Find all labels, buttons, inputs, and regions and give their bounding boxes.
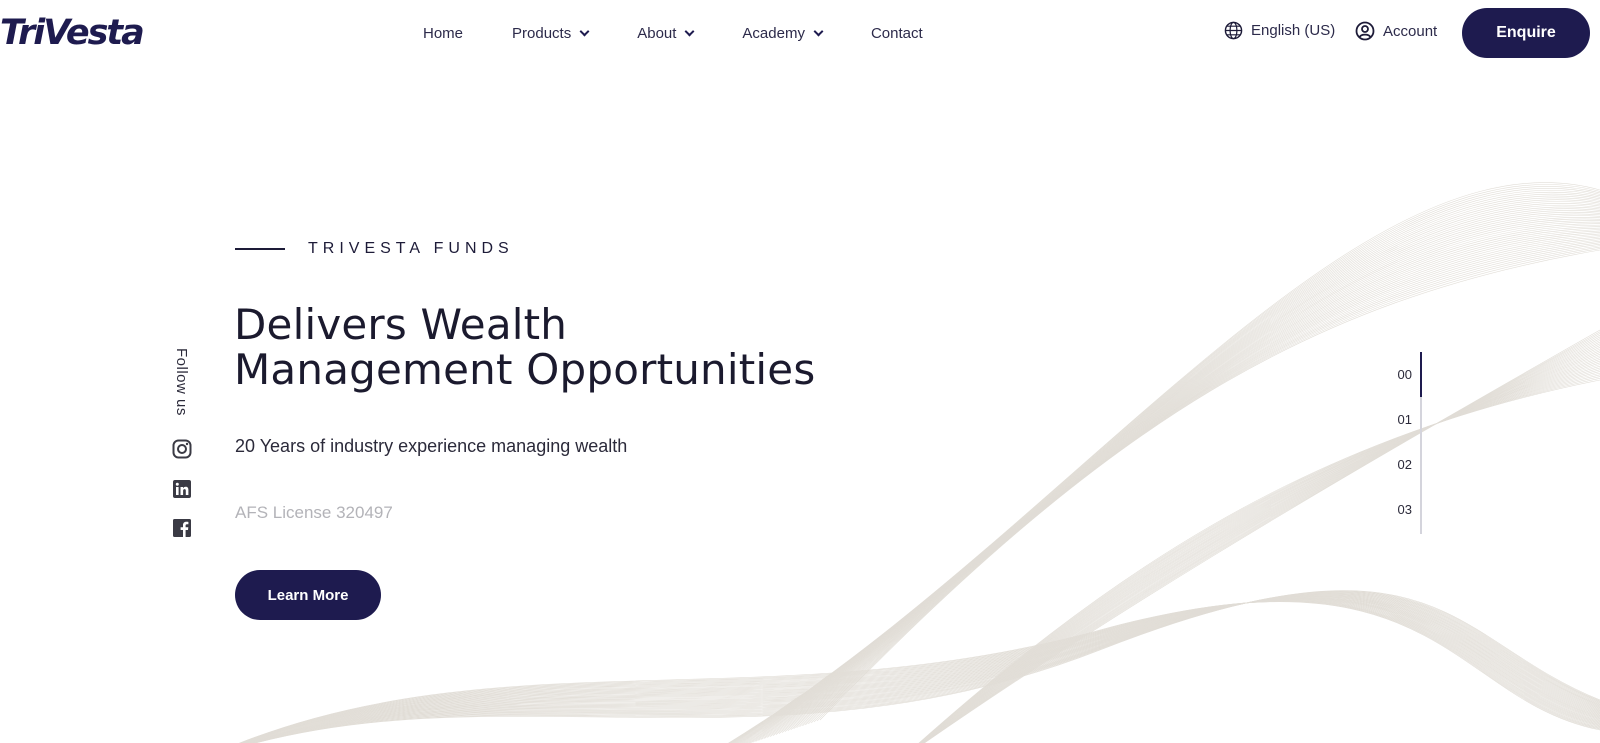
nav-item-contact[interactable]: Contact — [871, 25, 923, 42]
nav-item-label: Academy — [742, 24, 805, 42]
nav-item-label: Products — [512, 24, 572, 42]
nav-item-label: Contact — [870, 24, 923, 42]
language-selector[interactable]: English (US) — [1224, 21, 1335, 40]
slide-dot-01[interactable]: 01 — [1398, 412, 1412, 427]
afs-license: AFS License 320497 — [235, 503, 393, 522]
instagram-icon[interactable] — [172, 439, 192, 459]
hero-title-line-2: Management Opportunities — [234, 345, 816, 394]
slide-active-bar — [1420, 352, 1422, 397]
slide-dot-00[interactable]: 00 — [1398, 367, 1412, 382]
slide-indicator: 00 01 02 03 — [1392, 352, 1426, 534]
hero-title: Delivers Wealth Management Opportunities — [234, 302, 914, 392]
nav-item-label: About — [637, 24, 677, 42]
trivesta-logo[interactable]: TriVesta — [0, 13, 146, 53]
hero-title-line-1: Delivers Wealth — [234, 300, 568, 349]
slide-dot-02[interactable]: 02 — [1398, 457, 1412, 472]
slide-dot-03[interactable]: 03 — [1398, 502, 1412, 517]
facebook-icon[interactable] — [172, 518, 192, 538]
chevron-down-icon — [579, 26, 590, 36]
globe-icon — [1224, 21, 1243, 40]
language-label: English (US) — [1251, 22, 1336, 39]
chevron-down-icon — [813, 26, 824, 36]
account-label: Account — [1383, 22, 1438, 40]
nav-item-home[interactable]: Home — [423, 25, 463, 42]
user-circle-icon — [1355, 21, 1375, 41]
hero-subtitle: 20 Years of industry experience managing… — [235, 436, 628, 456]
eyebrow-text: TRIVESTA FUNDS — [308, 240, 514, 257]
nav-item-academy[interactable]: Academy — [742, 24, 824, 42]
enquire-button[interactable]: Enquire — [1462, 8, 1590, 58]
eyebrow-rule — [235, 248, 285, 250]
linkedin-icon[interactable] — [172, 479, 192, 499]
learn-more-button[interactable]: Learn More — [235, 570, 381, 620]
chevron-down-icon — [684, 26, 695, 36]
nav-item-products[interactable]: Products — [512, 24, 590, 42]
nav-item-about[interactable]: About — [637, 24, 695, 42]
main-nav: Home Products About Academy Contact — [423, 22, 972, 44]
account-link[interactable]: Account — [1355, 21, 1437, 41]
hero-eyebrow: TRIVESTA FUNDS — [235, 240, 514, 258]
site-header: TriVesta Home Products About Academy Con… — [0, 0, 1600, 66]
logo-wordmark: TriVesta — [0, 13, 145, 53]
nav-item-label: Home — [423, 24, 464, 42]
follow-us-label: Follow us — [173, 348, 190, 416]
